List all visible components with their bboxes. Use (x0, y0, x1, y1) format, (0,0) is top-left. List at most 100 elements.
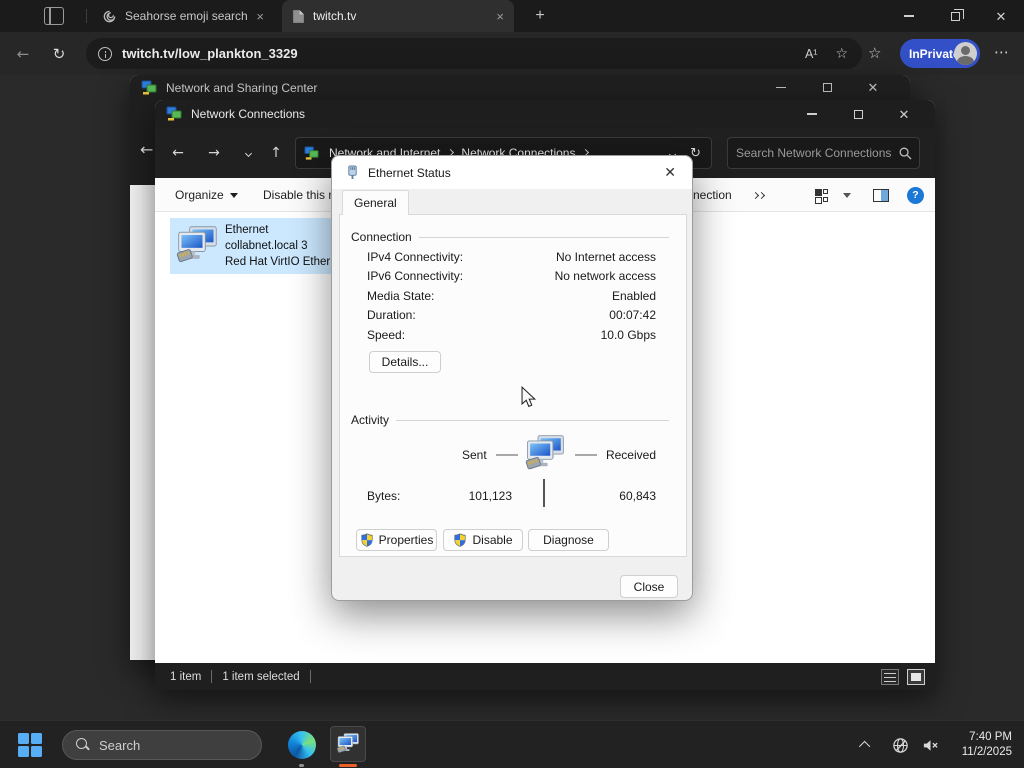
muted-speaker-icon[interactable] (922, 737, 939, 754)
browser-menu-icon[interactable]: ⋯ (994, 43, 1009, 61)
site-info-icon[interactable] (98, 46, 112, 61)
taskbar-search-input[interactable] (99, 737, 275, 753)
row-value: No Internet access (555, 250, 656, 264)
row-label: Duration: (367, 308, 416, 322)
no-internet-globe-icon[interactable] (892, 737, 909, 754)
network-icon (166, 106, 182, 121)
close-button[interactable]: Close (620, 575, 678, 598)
read-aloud-icon[interactable]: A¹ (805, 47, 818, 61)
connection-network: collabnet.local 3 (225, 240, 308, 252)
recent-pages-icon[interactable] (235, 128, 261, 178)
row-value: Enabled (611, 289, 656, 303)
network-icon (141, 80, 157, 95)
bytes-label: Bytes: (367, 489, 401, 503)
inprivate-label: InPrivate (909, 46, 960, 61)
taskbar-search[interactable] (62, 730, 275, 760)
vertical-tabs-icon[interactable] (44, 7, 64, 25)
back-icon[interactable]: ← (8, 32, 38, 75)
uac-shield-icon (453, 533, 467, 547)
tray-overflow-icon[interactable] (858, 740, 870, 753)
ethernet-connection-item[interactable]: Ethernet collabnet.local 3 Red Hat VirtI… (170, 218, 331, 274)
rename-connection-button[interactable]: nection (693, 178, 732, 212)
favorites-bar-icon[interactable]: ☆ (868, 44, 881, 62)
disable-button[interactable]: Disable (443, 529, 523, 551)
explorer-search[interactable] (727, 137, 920, 169)
tab-divider (86, 9, 87, 23)
minimize-icon[interactable] (789, 100, 835, 128)
back-icon[interactable]: ← (165, 128, 191, 178)
organize-button[interactable]: Organize (175, 178, 238, 212)
more-commands-icon[interactable] (751, 178, 766, 212)
network-connections-taskbar-icon[interactable] (330, 726, 366, 762)
close-icon[interactable]: ✕ (850, 75, 896, 100)
dialog-titlebar[interactable]: Ethernet Status ✕ (332, 156, 692, 189)
taskbar: 7:40 PM 11/2/2025 (0, 720, 1024, 768)
properties-button[interactable]: Properties (356, 529, 437, 551)
nsc-title: Network and Sharing Center (166, 80, 318, 95)
help-icon[interactable]: ? (907, 178, 924, 212)
tab-seahorse[interactable]: Seahorse emoji search × (92, 0, 274, 32)
sent-label: Sent (462, 448, 487, 462)
row-value: No network access (554, 269, 656, 283)
search-input[interactable] (728, 146, 899, 160)
search-icon (899, 147, 912, 160)
taskbar-clock[interactable]: 7:40 PM 11/2/2025 (962, 730, 1012, 760)
new-tab-icon[interactable]: + (530, 6, 550, 26)
ethernet-plug-icon (348, 165, 357, 179)
icons-view-icon[interactable] (907, 668, 925, 685)
up-icon[interactable]: ↑ (263, 128, 289, 178)
row-label: Media State: (367, 289, 435, 303)
bytes-received: 60,843 (619, 489, 656, 503)
back-icon[interactable]: ← (140, 140, 153, 159)
tab-close-icon[interactable]: × (256, 10, 264, 23)
details-view-icon[interactable] (881, 668, 899, 685)
close-icon[interactable]: ✕ (881, 100, 927, 128)
spiral-icon (103, 10, 116, 22)
bytes-sent: 101,123 (468, 489, 512, 503)
maximize-icon[interactable] (835, 100, 881, 128)
close-icon[interactable]: ✕ (664, 164, 676, 181)
activity-group-label: Activity (351, 413, 390, 427)
inprivate-badge[interactable]: InPrivate (900, 39, 980, 68)
row-label: Speed: (367, 328, 406, 342)
general-tab-page (339, 214, 687, 557)
views-icon[interactable] (815, 178, 828, 212)
activity-computer-icon (525, 435, 564, 470)
search-icon (76, 738, 90, 752)
tab-label: Seahorse emoji search (125, 9, 248, 23)
refresh-icon[interactable]: ↻ (44, 32, 74, 75)
edge-taskbar-icon[interactable] (288, 731, 316, 767)
restore-icon[interactable] (932, 0, 978, 32)
maximize-icon[interactable] (804, 75, 850, 100)
preview-pane-icon[interactable] (873, 178, 889, 212)
close-icon[interactable]: ✕ (978, 0, 1024, 32)
forward-icon[interactable]: → (201, 128, 227, 178)
desktop: Seahorse emoji search × twitch.tv × + ✕ … (0, 0, 1024, 768)
url-text[interactable]: twitch.tv/low_plankton_3329 (122, 46, 298, 61)
tab-close-icon[interactable]: × (496, 10, 504, 23)
tab-general[interactable]: General (342, 190, 409, 215)
address-bar[interactable]: twitch.tv/low_plankton_3329 A¹ ☆ (86, 38, 862, 69)
nsc-titlebar[interactable]: Network and Sharing Center ✕ (130, 75, 910, 100)
start-button[interactable] (18, 733, 42, 757)
minimize-icon[interactable] (758, 75, 804, 100)
diagnose-button[interactable]: Diagnose (528, 529, 609, 551)
browser-tab-strip: Seahorse emoji search × twitch.tv × + ✕ (0, 0, 1024, 32)
minimize-icon[interactable] (886, 0, 932, 32)
location-icon (304, 145, 319, 160)
page-icon (293, 9, 304, 23)
tab-label: twitch.tv (313, 9, 357, 23)
row-label: IPv6 Connectivity: (367, 269, 464, 283)
connection-device: Red Hat VirtIO Ether (225, 256, 331, 268)
dialog-title: Ethernet Status (368, 165, 451, 180)
details-button[interactable]: Details... (369, 351, 441, 373)
disable-device-button[interactable]: Disable this n (263, 178, 335, 212)
row-label: IPv4 Connectivity: (367, 250, 464, 264)
nc-titlebar[interactable]: Network Connections ✕ (155, 100, 935, 128)
connection-group-label: Connection (351, 230, 412, 244)
profile-avatar[interactable] (954, 42, 977, 65)
browser-window-controls: ✕ (886, 0, 1024, 32)
tab-twitch[interactable]: twitch.tv × (282, 0, 514, 32)
favorite-star-icon[interactable]: ☆ (835, 46, 848, 62)
views-dropdown-icon[interactable] (843, 178, 851, 212)
